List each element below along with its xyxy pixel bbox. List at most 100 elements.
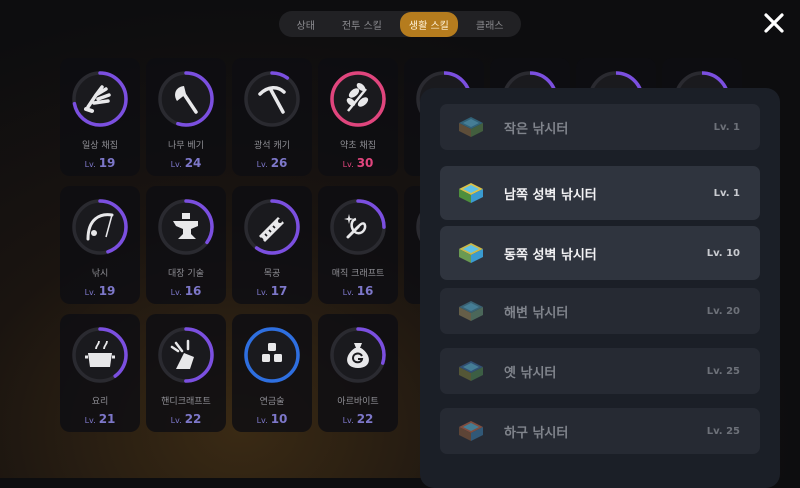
level-value: 17 xyxy=(270,284,288,298)
category-tabs: 상태 전투 스킬 생활 스킬 클래스 xyxy=(279,11,521,37)
level-value: 16 xyxy=(184,284,202,298)
skill-card[interactable]: 목공 Lv. 17 xyxy=(232,186,312,304)
skill-name: 요리 xyxy=(91,397,109,407)
fishing-spot-row[interactable]: 하구 낚시터 Lv. 25 xyxy=(440,408,760,454)
saw-icon xyxy=(244,199,300,255)
level-prefix: Lv. xyxy=(342,416,354,425)
fishing-spot-level: Lv. 25 xyxy=(706,365,740,377)
money-bag-icon xyxy=(330,327,386,383)
skill-card[interactable]: 대장 기술 Lv. 16 xyxy=(146,186,226,304)
skill-card[interactable]: 나무 베기 Lv. 24 xyxy=(146,58,226,176)
level-prefix: Lv. xyxy=(84,160,96,169)
tab-status[interactable]: 상태 xyxy=(288,12,324,37)
fishing-spot-name: 남쪽 성벽 낚시터 xyxy=(504,187,597,203)
fishing-spot-name: 동쪽 성벽 낚시터 xyxy=(504,247,597,263)
skill-level: Lv. 30 xyxy=(318,156,398,170)
skill-level: Lv. 22 xyxy=(318,412,398,426)
old-pond-icon xyxy=(459,361,483,381)
level-value: 19 xyxy=(98,284,116,298)
skill-level: Lv. 10 xyxy=(232,412,312,426)
alchemy-blocks-icon xyxy=(244,327,300,383)
fishing-spot-name: 하구 낚시터 xyxy=(504,425,569,441)
tab-combat-skills[interactable]: 전투 스킬 xyxy=(333,12,391,37)
fishing-spot-level: Lv. 1 xyxy=(713,121,740,133)
fishing-spot-row[interactable]: 남쪽 성벽 낚시터 Lv. 1 xyxy=(440,166,760,220)
level-prefix: Lv. xyxy=(342,288,354,297)
skill-card[interactable]: 광석 캐기 Lv. 26 xyxy=(232,58,312,176)
level-value: 10 xyxy=(270,412,288,426)
estuary-pond-icon xyxy=(459,421,483,441)
east-wall-pond-icon xyxy=(459,243,483,263)
fishing-rod-icon xyxy=(72,199,128,255)
level-prefix: Lv. xyxy=(342,160,354,169)
fishing-spot-level: Lv. 10 xyxy=(706,247,740,259)
level-prefix: Lv. xyxy=(170,160,182,169)
south-wall-pond-icon xyxy=(459,183,483,203)
skill-name: 목공 xyxy=(263,269,281,279)
fishing-spot-name: 작은 낚시터 xyxy=(504,121,569,137)
skill-level: Lv. 17 xyxy=(232,284,312,298)
skill-name: 일상 채집 xyxy=(82,141,118,151)
skill-name: 낚시 xyxy=(91,269,109,279)
skill-level: Lv. 21 xyxy=(60,412,140,426)
level-value: 22 xyxy=(356,412,374,426)
skill-name: 매직 크래프트 xyxy=(331,269,385,279)
level-prefix: Lv. xyxy=(170,288,182,297)
skill-card[interactable]: 매직 크래프트 Lv. 16 xyxy=(318,186,398,304)
fishing-spot-row[interactable]: 작은 낚시터 Lv. 1 xyxy=(440,104,760,150)
skill-card[interactable]: 연금술 Lv. 10 xyxy=(232,314,312,432)
skill-name: 아르바이트 xyxy=(337,397,379,407)
skill-name: 나무 베기 xyxy=(168,141,204,151)
close-icon[interactable] xyxy=(762,11,786,35)
skill-name: 광석 캐기 xyxy=(254,141,290,151)
skill-level: Lv. 19 xyxy=(60,156,140,170)
pickaxe-icon xyxy=(244,71,300,127)
tab-class[interactable]: 클래스 xyxy=(467,12,513,37)
fishing-spot-level: Lv. 20 xyxy=(706,305,740,317)
fishing-spot-row[interactable]: 해변 낚시터 Lv. 20 xyxy=(440,288,760,334)
level-value: 26 xyxy=(270,156,288,170)
skill-level: Lv. 22 xyxy=(146,412,226,426)
fishing-spot-row[interactable]: 옛 낚시터 Lv. 25 xyxy=(440,348,760,394)
level-value: 24 xyxy=(184,156,202,170)
handicraft-icon xyxy=(158,327,214,383)
skill-level: Lv. 26 xyxy=(232,156,312,170)
fishing-spot-level: Lv. 25 xyxy=(706,425,740,437)
skill-card[interactable]: 일상 채집 Lv. 19 xyxy=(60,58,140,176)
beach-pond-icon xyxy=(459,301,483,321)
level-value: 19 xyxy=(98,156,116,170)
fishing-spot-name: 옛 낚시터 xyxy=(504,365,557,381)
skill-card[interactable]: 낚시 Lv. 19 xyxy=(60,186,140,304)
skill-card[interactable]: 요리 Lv. 21 xyxy=(60,314,140,432)
level-prefix: Lv. xyxy=(84,416,96,425)
skill-level: Lv. 24 xyxy=(146,156,226,170)
level-prefix: Lv. xyxy=(256,160,268,169)
skill-level: Lv. 19 xyxy=(60,284,140,298)
level-prefix: Lv. xyxy=(256,288,268,297)
skill-name: 약초 채집 xyxy=(340,141,376,151)
level-value: 16 xyxy=(356,284,374,298)
skill-name: 대장 기술 xyxy=(168,269,204,279)
level-prefix: Lv. xyxy=(170,416,182,425)
skill-card[interactable]: 핸디크래프트 Lv. 22 xyxy=(146,314,226,432)
skill-name: 연금술 xyxy=(259,397,285,407)
fishing-spot-name: 해변 낚시터 xyxy=(504,305,569,321)
hand-gather-icon xyxy=(72,71,128,127)
skill-card[interactable]: 아르바이트 Lv. 22 xyxy=(318,314,398,432)
small-pond-icon xyxy=(459,117,483,137)
axe-icon xyxy=(158,71,214,127)
fishing-spot-row[interactable]: 동쪽 성벽 낚시터 Lv. 10 xyxy=(440,226,760,280)
fishing-spot-panel: 작은 낚시터 Lv. 1 남쪽 성벽 낚시터 Lv. 1 동쪽 성벽 낚시터 Lv. 10… xyxy=(420,88,780,488)
skill-card[interactable]: 약초 채집 Lv. 30 xyxy=(318,58,398,176)
skill-level: Lv. 16 xyxy=(318,284,398,298)
level-value: 22 xyxy=(184,412,202,426)
skill-name: 핸디크래프트 xyxy=(161,397,211,407)
level-prefix: Lv. xyxy=(256,416,268,425)
anvil-icon xyxy=(158,199,214,255)
fishing-spot-level: Lv. 1 xyxy=(713,187,740,199)
cooking-pot-icon xyxy=(72,327,128,383)
skill-level: Lv. 16 xyxy=(146,284,226,298)
level-value: 30 xyxy=(356,156,374,170)
magic-craft-icon xyxy=(330,199,386,255)
tab-life-skills[interactable]: 생활 스킬 xyxy=(399,11,458,37)
